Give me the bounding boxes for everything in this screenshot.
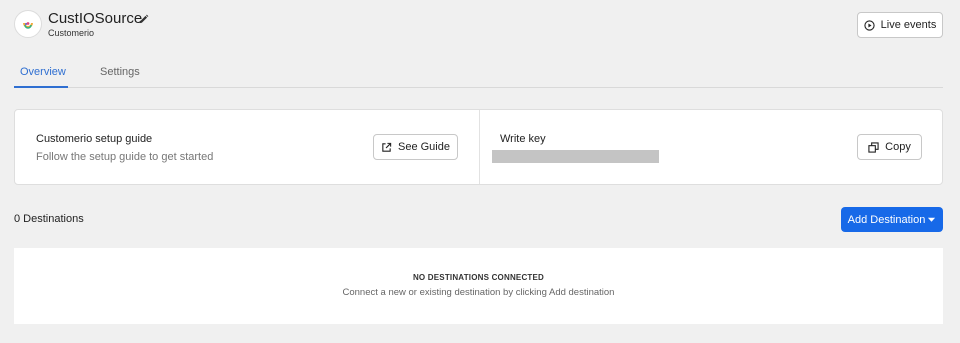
source-type: Customerio [48,28,95,38]
page-title: CustIOSource [48,10,143,27]
external-link-icon [381,142,392,153]
pencil-icon[interactable] [138,12,150,24]
setup-card: Customerio setup guide Follow the setup … [14,109,943,185]
customerio-logo-icon [14,10,42,38]
copy-button[interactable]: Copy [857,134,922,160]
live-events-label: Live events [880,19,937,31]
add-destination-label: Add Destination [847,213,926,226]
card-divider [479,110,480,184]
write-key-value-masked [492,150,659,163]
caret-down-icon [927,215,936,224]
empty-state-title: NO DESTINATIONS CONNECTED [412,273,545,282]
destinations-empty-state: NO DESTINATIONS CONNECTED Connect a new … [14,248,943,324]
play-circle-icon [864,19,875,31]
write-key-label: Write key [500,133,546,145]
live-events-button[interactable]: Live events [857,12,943,38]
copy-icon [868,141,879,153]
empty-state-description: Connect a new or existing destination by… [342,287,615,298]
source-header: CustIOSource Customerio Live events [14,10,944,42]
tab-bar: Overview Settings [14,62,943,88]
add-destination-button[interactable]: Add Destination [841,207,943,232]
copy-label: Copy [885,141,911,153]
see-guide-label: See Guide [398,141,450,153]
destinations-count: 0 Destinations [14,213,84,225]
setup-guide-title: Customerio setup guide [36,133,153,145]
tab-overview[interactable]: Overview [14,66,68,88]
see-guide-button[interactable]: See Guide [373,134,458,160]
tab-settings[interactable]: Settings [100,66,140,88]
setup-guide-description: Follow the setup guide to get started [36,151,214,163]
